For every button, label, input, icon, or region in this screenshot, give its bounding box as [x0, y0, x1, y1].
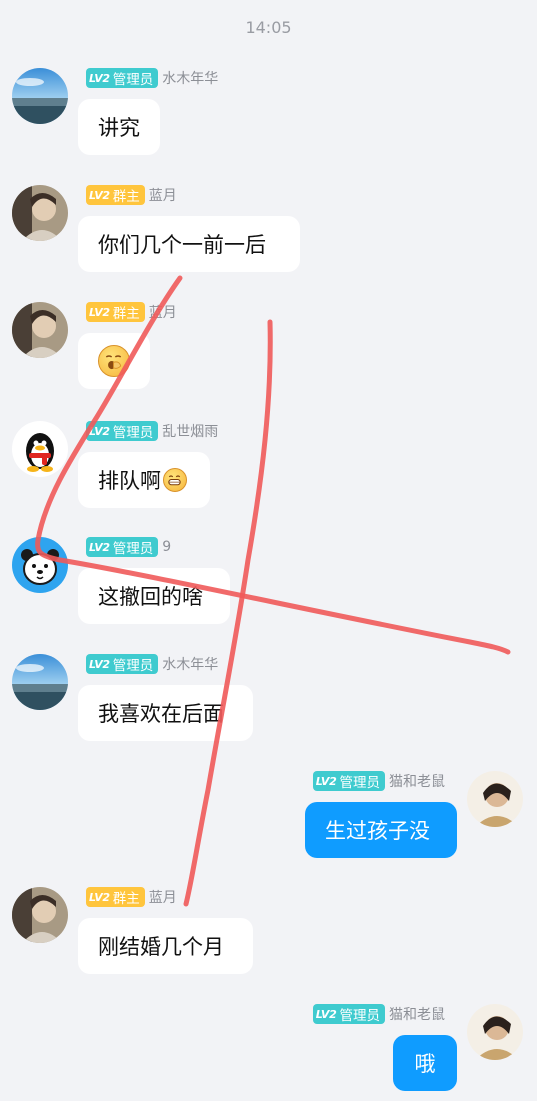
avatar[interactable]	[12, 654, 68, 710]
level-tag: LV2	[89, 188, 110, 202]
message-text: 哦	[414, 1052, 436, 1076]
message-text: 刚结婚几个月	[98, 935, 224, 959]
sender-meta: LV2 管理员 水木年华	[86, 653, 218, 675]
admin-badge: LV2 管理员	[312, 771, 385, 791]
message-text: 排队啊	[98, 469, 161, 493]
chat-message: LV2 群主 蓝月你们几个一前一后	[0, 185, 537, 277]
chat-message: LV2 管理员 乱世烟雨排队啊	[0, 421, 537, 513]
owner-badge: LV2 群主	[86, 302, 145, 322]
role-label: 管理员	[112, 658, 154, 674]
timestamp: 14:05	[245, 18, 292, 37]
sender-name[interactable]: 蓝月	[149, 887, 177, 907]
chat-message: LV2 管理员 9 这撤回的啥	[0, 537, 537, 629]
chat-message: LV2 管理员 水木年华我喜欢在后面	[0, 654, 537, 746]
message-bubble[interactable]: 你们几个一前一后	[78, 216, 300, 272]
role-label: 群主	[112, 891, 140, 907]
sender-meta: LV2 管理员 水木年华	[86, 67, 218, 89]
sender-name[interactable]: 蓝月	[149, 185, 177, 205]
sender-name[interactable]: 乱世烟雨	[162, 421, 218, 441]
role-label: 管理员	[112, 425, 154, 441]
message-bubble[interactable]: 刚结婚几个月	[78, 918, 253, 974]
admin-badge: LV2 管理员	[86, 537, 159, 557]
avatar[interactable]	[12, 302, 68, 358]
message-text: 生过孩子没	[325, 819, 430, 843]
level-tag: LV2	[89, 657, 110, 671]
level-tag: LV2	[89, 305, 110, 319]
message-bubble[interactable]: 哦	[393, 1035, 457, 1091]
chat-message: LV2 管理员 猫和老鼠哦	[0, 1004, 537, 1096]
level-tag: LV2	[315, 774, 337, 788]
role-label: 管理员	[339, 1008, 381, 1024]
message-text: 我喜欢在后面	[98, 702, 224, 726]
sender-meta: LV2 管理员 猫和老鼠	[312, 770, 445, 792]
avatar[interactable]	[467, 1004, 523, 1060]
level-tag: LV2	[89, 890, 110, 904]
sender-name[interactable]: 蓝月	[149, 302, 177, 322]
message-bubble[interactable]: 讲究	[78, 99, 160, 155]
role-label: 管理员	[339, 775, 381, 791]
chat-message: LV2 管理员 水木年华讲究	[0, 68, 537, 160]
sender-name[interactable]: 猫和老鼠	[389, 771, 445, 791]
avatar[interactable]	[12, 68, 68, 124]
level-tag: LV2	[315, 1007, 337, 1021]
level-tag: LV2	[89, 540, 110, 554]
message-text: 这撤回的啥	[98, 585, 203, 609]
grin-emoji-icon	[163, 468, 187, 492]
avatar[interactable]	[12, 887, 68, 943]
avatar[interactable]	[467, 771, 523, 827]
sender-name[interactable]: 9	[162, 539, 171, 555]
avatar[interactable]	[12, 537, 68, 593]
avatar[interactable]	[12, 185, 68, 241]
sender-meta: LV2 管理员 猫和老鼠	[312, 1003, 445, 1025]
owner-badge: LV2 群主	[86, 887, 145, 907]
sender-meta: LV2 管理员 9	[86, 536, 171, 558]
role-label: 管理员	[112, 72, 154, 88]
message-bubble[interactable]: 生过孩子没	[305, 802, 457, 858]
owner-badge: LV2 群主	[86, 185, 145, 205]
chat-message: LV2 群主 蓝月	[0, 302, 537, 394]
message-bubble[interactable]: 排队啊	[78, 452, 210, 508]
admin-badge: LV2 管理员	[312, 1004, 385, 1024]
sender-meta: LV2 群主 蓝月	[86, 886, 177, 908]
admin-badge: LV2 管理员	[86, 68, 159, 88]
role-label: 群主	[112, 306, 140, 322]
sender-name[interactable]: 水木年华	[162, 654, 218, 674]
message-text: 你们几个一前一后	[98, 233, 266, 257]
chat-message: LV2 管理员 猫和老鼠 生过孩子没	[0, 771, 537, 863]
role-label: 群主	[112, 189, 140, 205]
yawn-emoji-icon	[98, 345, 130, 377]
sender-meta: LV2 群主 蓝月	[86, 301, 177, 323]
admin-badge: LV2 管理员	[86, 421, 159, 441]
message-text: 讲究	[98, 116, 140, 140]
sender-meta: LV2 管理员 乱世烟雨	[86, 420, 218, 442]
message-bubble[interactable]: 我喜欢在后面	[78, 685, 253, 741]
sender-meta: LV2 群主 蓝月	[86, 184, 177, 206]
chat-message: LV2 群主 蓝月刚结婚几个月	[0, 887, 537, 979]
message-bubble[interactable]: 这撤回的啥	[78, 568, 230, 624]
sender-name[interactable]: 猫和老鼠	[389, 1004, 445, 1024]
message-bubble[interactable]	[78, 333, 150, 389]
sender-name[interactable]: 水木年华	[162, 68, 218, 88]
avatar[interactable]	[12, 421, 68, 477]
role-label: 管理员	[112, 541, 154, 557]
level-tag: LV2	[89, 424, 110, 438]
level-tag: LV2	[89, 71, 110, 85]
admin-badge: LV2 管理员	[86, 654, 159, 674]
